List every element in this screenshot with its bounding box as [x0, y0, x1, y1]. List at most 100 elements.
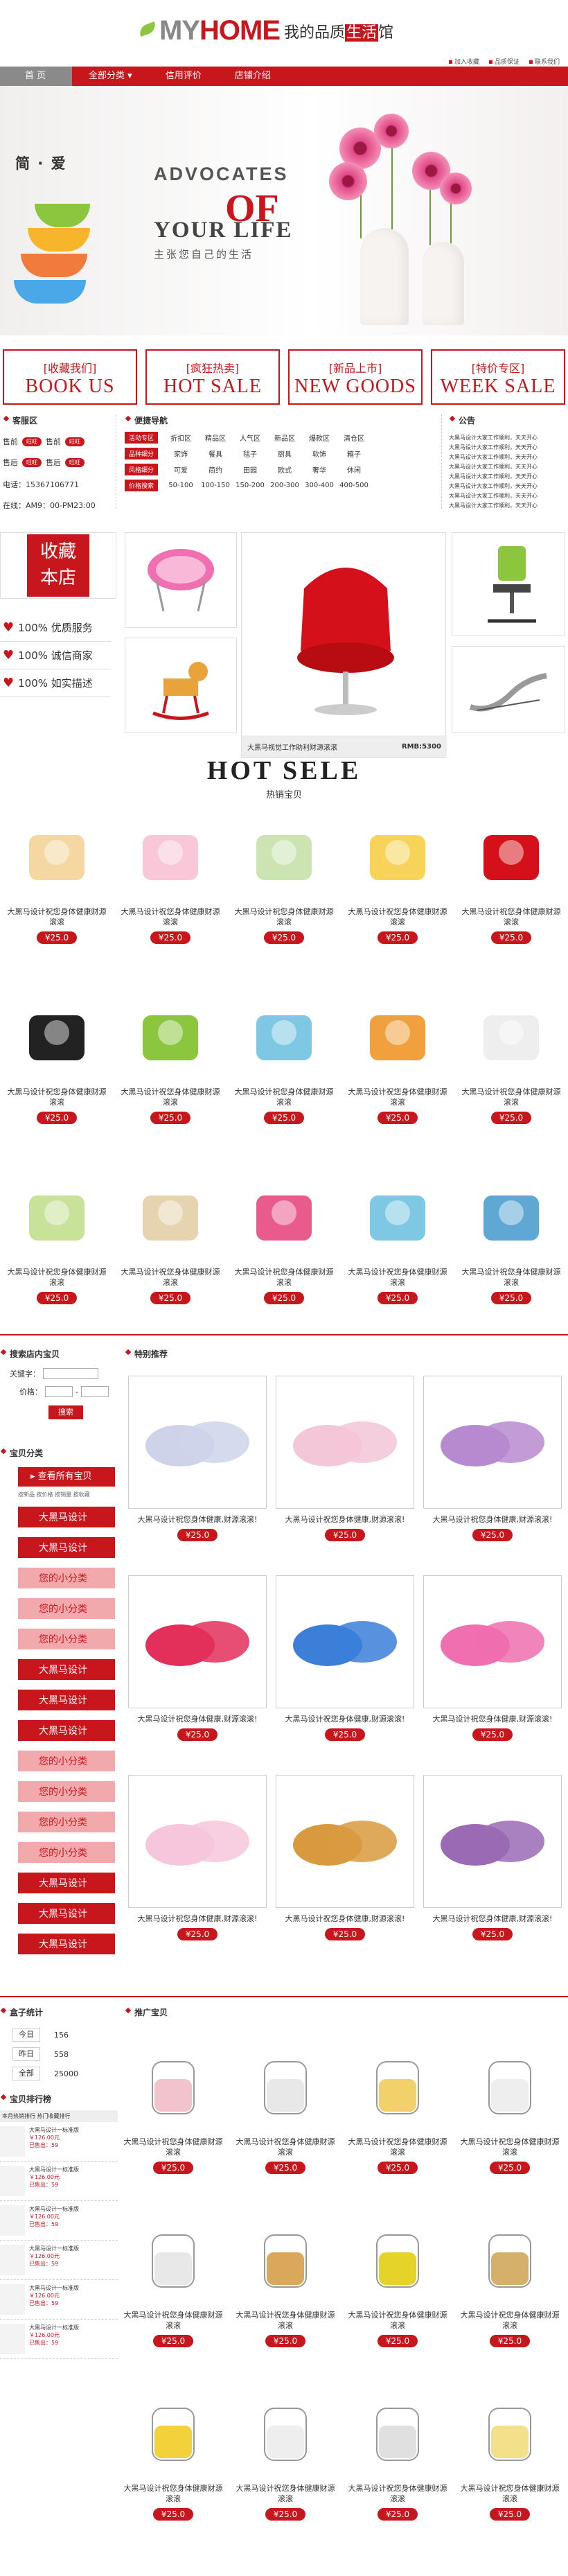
price-badge[interactable]: ¥25.0	[490, 1292, 532, 1304]
recommend-card[interactable]: 大黑马设计祝您身体健康财源滚滚 ¥25.0	[454, 2041, 565, 2174]
recommend-card[interactable]: 大黑马设计祝您身体健康财源滚滚 ¥25.0	[342, 2214, 453, 2347]
special-card[interactable]: 大黑马设计祝您身体健康,财源滚滚! ¥25.0	[272, 1775, 418, 1940]
price-badge[interactable]: ¥25.0	[36, 1112, 78, 1124]
quicknav-link[interactable]: 厨具	[269, 448, 301, 459]
quicknav-link[interactable]: 奢华	[303, 464, 335, 475]
quicknav-link[interactable]: 400-500	[338, 482, 370, 489]
quicknav-link[interactable]: 田园	[234, 464, 266, 475]
category-item[interactable]: 您的小分类	[18, 1812, 115, 1832]
promo-week-sale[interactable]: [特价专区] WEEK SALE	[431, 349, 565, 405]
quicknav-link[interactable]: 200-300	[269, 482, 301, 489]
price-badge[interactable]: ¥25.0	[152, 2162, 194, 2174]
price-badge[interactable]: ¥25.0	[490, 931, 532, 944]
price-badge[interactable]: ¥25.0	[263, 1112, 305, 1124]
special-card[interactable]: 大黑马设计祝您身体健康,财源滚滚! ¥25.0	[420, 1775, 565, 1940]
price-badge[interactable]: ¥25.0	[152, 2508, 194, 2521]
product-card[interactable]: 大黑马设计祝您身体健康财源滚滚 ¥25.0	[454, 991, 568, 1124]
price-badge[interactable]: ¥25.0	[177, 1928, 218, 1940]
recommend-card[interactable]: 大黑马设计祝您身体健康财源滚滚 ¥25.0	[342, 2041, 453, 2174]
search-button[interactable]: 搜索	[48, 1405, 83, 1419]
nav-shop-intro[interactable]: 店铺介绍	[218, 67, 287, 86]
quicknav-label[interactable]: 活动专区	[125, 432, 159, 444]
promo-hot-sale[interactable]: [疯狂热卖] HOT SALE	[145, 349, 280, 405]
nav-reviews[interactable]: 信用评价	[149, 67, 218, 86]
special-card[interactable]: 大黑马设计祝您身体健康,财源滚滚! ¥25.0	[420, 1376, 565, 1541]
price-badge[interactable]: ¥25.0	[265, 2508, 306, 2521]
quicknav-link[interactable]: 折扣区	[165, 432, 197, 443]
product-card[interactable]: 大黑马设计祝您身体健康财源滚滚 ¥25.0	[114, 1171, 227, 1304]
nav-all-categories[interactable]: 全部分类 ▾	[72, 67, 149, 86]
category-item[interactable]: 大黑马设计	[18, 1507, 115, 1527]
banner[interactable]: 简 · 爱 ADVOCATES OF YOUR LIFE 主张您自己的生活	[0, 86, 568, 335]
nav-home[interactable]: 首 页	[0, 67, 72, 86]
quality-link[interactable]: 品质保证	[489, 57, 520, 66]
category-item[interactable]: 大黑马设计	[18, 1537, 115, 1558]
quicknav-link[interactable]: 150-200	[234, 482, 266, 489]
price-badge[interactable]: ¥25.0	[177, 1728, 218, 1741]
price-badge[interactable]: ¥25.0	[489, 2508, 531, 2521]
product-chair-pink[interactable]	[125, 532, 237, 628]
price-badge[interactable]: ¥25.0	[150, 1112, 191, 1124]
price-badge[interactable]: ¥25.0	[265, 2162, 306, 2174]
quicknav-link[interactable]: 家饰	[165, 448, 197, 459]
product-card[interactable]: 大黑马设计祝您身体健康财源滚滚 ¥25.0	[0, 991, 114, 1124]
favorite-store[interactable]: 收藏 本店	[0, 532, 116, 599]
product-card[interactable]: 大黑马设计祝您身体健康财源滚滚 ¥25.0	[0, 1171, 114, 1304]
price-badge[interactable]: ¥25.0	[377, 931, 418, 944]
product-rocking-horse[interactable]	[125, 638, 237, 733]
category-item[interactable]: 大黑马设计	[18, 1690, 115, 1710]
recommend-card[interactable]: 大黑马设计祝您身体健康财源滚滚 ¥25.0	[118, 2214, 229, 2347]
price-badge[interactable]: ¥25.0	[324, 1928, 366, 1940]
product-card[interactable]: 大黑马设计祝您身体健康财源滚滚 ¥25.0	[114, 811, 227, 944]
chat-button-2[interactable]: 旺旺	[65, 437, 85, 446]
product-card[interactable]: 大黑马设计祝您身体健康财源滚滚 ¥25.0	[454, 811, 568, 944]
category-item[interactable]: 大黑马设计	[18, 1873, 115, 1893]
product-card[interactable]: 大黑马设计祝您身体健康财源滚滚 ¥25.0	[341, 1171, 454, 1304]
price-badge[interactable]: ¥25.0	[36, 931, 78, 944]
quicknav-link[interactable]: 新品区	[269, 432, 301, 443]
recommend-card[interactable]: 大黑马设计祝您身体健康财源滚滚 ¥25.0	[454, 2214, 565, 2347]
category-item[interactable]: 大黑马设计	[18, 1720, 115, 1741]
category-item[interactable]: 您的小分类	[18, 1629, 115, 1649]
price-badge[interactable]: ¥25.0	[36, 1292, 78, 1304]
rank-item[interactable]: 大黑马设计一标准版 ￥126.00元 已售出：59	[0, 2280, 118, 2320]
price-badge[interactable]: ¥25.0	[324, 1529, 366, 1541]
product-card[interactable]: 大黑马设计祝您身体健康财源滚滚 ¥25.0	[114, 991, 227, 1124]
price-badge[interactable]: ¥25.0	[263, 1292, 305, 1304]
contact-link[interactable]: 联系我们	[529, 57, 560, 66]
price-badge[interactable]: ¥25.0	[489, 2162, 531, 2174]
price-badge[interactable]: ¥25.0	[377, 2335, 418, 2347]
price-badge[interactable]: ¥25.0	[263, 931, 305, 944]
chat-button[interactable]: 旺旺	[22, 437, 42, 446]
quicknav-link[interactable]: 50-100	[165, 482, 197, 489]
promo-new-goods[interactable]: [新品上市] NEW GOODS	[288, 349, 423, 405]
price-badge[interactable]: ¥25.0	[265, 2335, 306, 2347]
price-badge[interactable]: ¥25.0	[150, 1292, 191, 1304]
quicknav-link[interactable]: 清仓区	[338, 432, 370, 443]
price-badge[interactable]: ¥25.0	[490, 1112, 532, 1124]
view-all-button[interactable]: ▸ 查看所有宝贝	[18, 1467, 115, 1487]
price-max-input[interactable]	[80, 1386, 109, 1397]
category-item[interactable]: 您的小分类	[18, 1781, 115, 1802]
quicknav-link[interactable]: 可爱	[165, 464, 197, 475]
rank-item[interactable]: 大黑马设计一标准版 ￥126.00元 已售出：59	[0, 2162, 118, 2201]
product-card[interactable]: 大黑马设计祝您身体健康财源滚滚 ¥25.0	[454, 1171, 568, 1304]
add-favorite-link[interactable]: 加入收藏	[449, 57, 479, 66]
quicknav-link[interactable]: 毯子	[234, 448, 266, 459]
quicknav-link[interactable]: 箱子	[338, 448, 370, 459]
category-item[interactable]: 您的小分类	[18, 1598, 115, 1619]
quicknav-link[interactable]: 100-150	[199, 482, 231, 489]
recommend-card[interactable]: 大黑马设计祝您身体健康财源滚滚 ¥25.0	[454, 2387, 565, 2521]
price-badge[interactable]: ¥25.0	[377, 2162, 418, 2174]
recommend-card[interactable]: 大黑马设计祝您身体健康财源滚滚 ¥25.0	[118, 2041, 229, 2174]
product-lounge-chair[interactable]	[452, 646, 565, 733]
price-badge[interactable]: ¥25.0	[472, 1728, 513, 1741]
category-item[interactable]: 您的小分类	[18, 1842, 115, 1863]
price-badge[interactable]: ¥25.0	[472, 1928, 513, 1940]
quicknav-link[interactable]: 软饰	[303, 448, 335, 459]
special-card[interactable]: 大黑马设计祝您身体健康,财源滚滚! ¥25.0	[125, 1575, 270, 1741]
quicknav-link[interactable]: 人气区	[234, 432, 266, 443]
product-card[interactable]: 大黑马设计祝您身体健康财源滚滚 ¥25.0	[341, 991, 454, 1124]
special-card[interactable]: 大黑马设计祝您身体健康,财源滚滚! ¥25.0	[125, 1376, 270, 1541]
rank-item[interactable]: 大黑马设计一标准版 ￥126.00元 已售出：59	[0, 2320, 118, 2359]
